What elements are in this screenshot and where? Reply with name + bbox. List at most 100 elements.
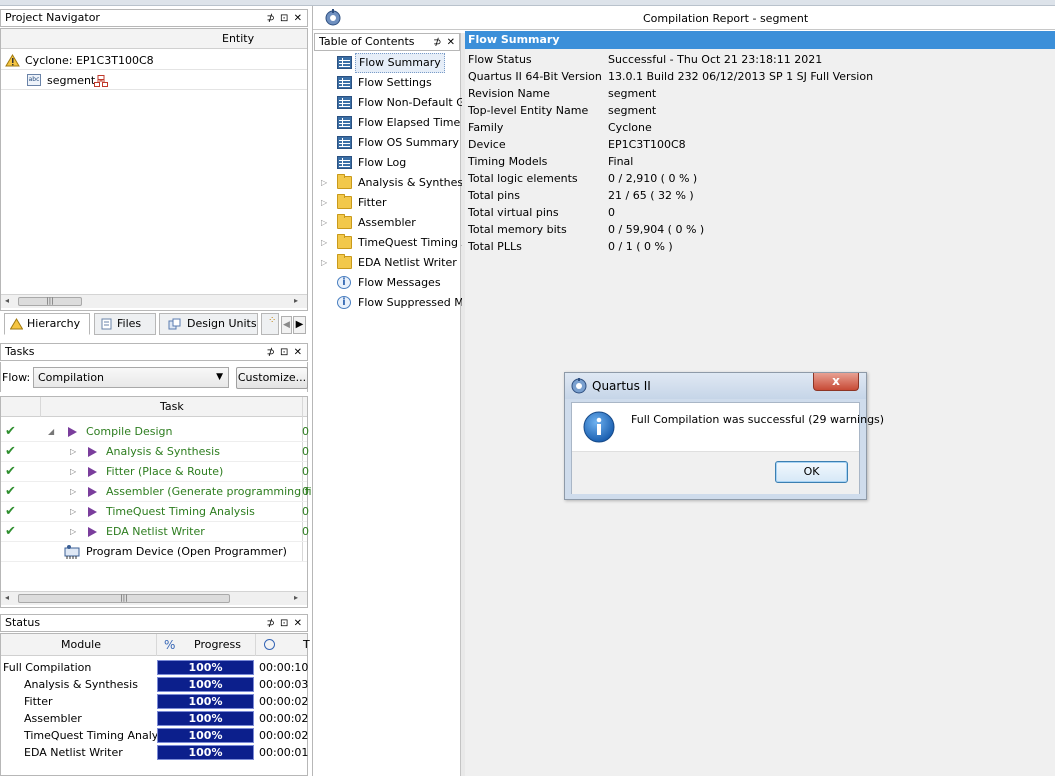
toc-item-flow-non-default[interactable]: Flow Non-Default Global Settings [316, 93, 462, 113]
progress-bar: 100% [157, 660, 254, 675]
task-row[interactable]: ✔ ▷ Analysis & Synthesis 0 [1, 442, 309, 462]
task-row[interactable]: ✔ ▷ EDA Netlist Writer 0 [1, 522, 309, 542]
toc-item-flow-os-summary[interactable]: Flow OS Summary [316, 133, 462, 153]
toc-item-flow-log[interactable]: Flow Log [316, 153, 462, 173]
tab-design-units[interactable]: Design Units [159, 313, 258, 335]
expand-icon[interactable]: ▷ [321, 173, 327, 193]
more-tab-icon: ⁘ [268, 315, 277, 326]
expand-icon[interactable]: ▷ [321, 193, 327, 213]
expand-icon[interactable]: ▷ [321, 253, 327, 273]
status-col-divider [255, 634, 256, 656]
scroll-right-icon[interactable]: ▸ [294, 593, 298, 602]
task-tail: 0 [302, 505, 309, 518]
summary-value: Final [608, 155, 634, 168]
toc-item-timequest[interactable]: ▷ TimeQuest Timing Analyzer [316, 233, 462, 253]
navigator-window-controls[interactable]: ⊅ ⊡ ✕ [267, 11, 304, 27]
folder-icon [337, 174, 352, 189]
tasks-title: Tasks [5, 345, 35, 358]
summary-key: Total logic elements [468, 172, 578, 185]
folder-icon [337, 194, 352, 209]
summary-key: Flow Status [468, 53, 532, 66]
task-row[interactable]: ✔ ▷ Fitter (Place & Route) 0 [1, 462, 309, 482]
collapse-icon[interactable]: ◢ [48, 422, 54, 442]
task-row[interactable]: ✔ ◢ Compile Design 0 [1, 422, 309, 442]
progress-bar: 100% [157, 677, 254, 692]
checkmark-icon: ✔ [5, 504, 16, 519]
toc-item-label: Flow Messages [358, 276, 441, 289]
dialog-titlebar[interactable]: Quartus II x [565, 373, 866, 399]
play-icon [88, 447, 97, 457]
task-row[interactable]: Program Device (Open Programmer) [1, 542, 307, 562]
expand-icon[interactable]: ▷ [70, 522, 76, 542]
scroll-left-icon[interactable]: ◂ [5, 593, 9, 602]
toc-item-flow-summary[interactable]: Flow Summary [316, 53, 462, 73]
scroll-right-icon[interactable]: ▸ [294, 296, 298, 305]
toc-item-flow-elapsed-time[interactable]: Flow Elapsed Time [316, 113, 462, 133]
navigator-hscrollbar[interactable]: ◂ ||| ▸ [1, 294, 307, 308]
toc-item-assembler[interactable]: ▷ Assembler [316, 213, 462, 233]
customize-button-label: Customize... [237, 371, 307, 384]
expand-icon[interactable]: ▷ [321, 233, 327, 253]
tab-hierarchy[interactable]: Hierarchy [4, 313, 90, 335]
folder-icon [337, 254, 352, 269]
task-tail: 0 [302, 425, 309, 438]
scroll-thumb[interactable]: ||| [18, 297, 82, 306]
tasks-hscrollbar[interactable]: ◂ ||| ▸ [1, 591, 307, 605]
toc-item-flow-suppressed[interactable]: i Flow Suppressed Messages [316, 293, 462, 313]
play-icon [88, 507, 97, 517]
summary-key: Device [468, 138, 506, 151]
status-row: TimeQuest Timing Analyzer 100% 00:00:02 [1, 727, 308, 744]
flow-label: Flow: [2, 371, 31, 384]
expand-icon[interactable]: ▷ [70, 462, 76, 482]
summary-key: Family [468, 121, 504, 134]
toc-item-analysis-synthesis[interactable]: ▷ Analysis & Synthesis [316, 173, 462, 193]
navigator-column-header[interactable]: Entity [1, 29, 307, 49]
toc-item-fitter[interactable]: ▷ Fitter [316, 193, 462, 213]
task-tail: 0 [302, 525, 309, 538]
status-window-controls[interactable]: ⊅ ⊡ ✕ [267, 616, 304, 632]
entity-row[interactable]: abc segment [1, 71, 307, 90]
hierarchy-icon [94, 75, 108, 87]
report-icon[interactable] [324, 9, 342, 27]
toc-item-eda-netlist-writer[interactable]: ▷ EDA Netlist Writer [316, 253, 462, 273]
toc-item-flow-settings[interactable]: Flow Settings [316, 73, 462, 93]
checkmark-icon: ✔ [5, 524, 16, 539]
entity-column-label: Entity [222, 32, 255, 45]
expand-icon[interactable]: ▷ [70, 442, 76, 462]
status-module: Full Compilation [3, 661, 92, 674]
checkmark-icon: ✔ [5, 424, 16, 439]
close-button[interactable]: x [813, 373, 859, 391]
task-row[interactable]: ✔ ▷ TimeQuest Timing Analysis 0 [1, 502, 309, 522]
task-label: Compile Design [86, 425, 173, 438]
tab-files[interactable]: Files [94, 313, 156, 335]
customize-button[interactable]: Customize... [236, 367, 308, 389]
toc-window-controls[interactable]: ⊅ ✕ [433, 35, 456, 51]
task-row[interactable]: ✔ ▷ Assembler (Generate programming file… [1, 482, 331, 502]
navigator-tabs: Hierarchy Files Design Units ⁘ ◀ ▶ [0, 313, 308, 337]
expand-icon[interactable]: ▷ [70, 502, 76, 522]
summary-value: 13.0.1 Build 232 06/12/2013 SP 1 SJ Full… [608, 70, 874, 83]
flow-select-value: Compilation [38, 371, 105, 384]
toc-item-label: Fitter [358, 196, 387, 209]
device-row[interactable]: Cyclone: EP1C3T100C8 [1, 51, 307, 70]
ok-button-label: OK [803, 465, 820, 478]
flow-select[interactable]: Compilation ▼ [33, 367, 229, 388]
status-module: EDA Netlist Writer [24, 746, 123, 759]
summary-value: Cyclone [608, 121, 652, 134]
ok-button[interactable]: OK [775, 461, 848, 483]
flow-summary-title: Flow Summary [465, 31, 1055, 49]
tasks-window-controls[interactable]: ⊅ ⊡ ✕ [267, 345, 304, 361]
folder-icon [337, 214, 352, 229]
tabs-scroll-left-icon[interactable]: ◀ [281, 316, 292, 334]
tasks-column-header[interactable]: Task [1, 397, 307, 417]
task-tail: 0 [302, 485, 309, 498]
tab-more[interactable]: ⁘ [261, 313, 279, 335]
status-column-header[interactable]: Module % Progress T [1, 634, 310, 656]
toc-item-flow-messages[interactable]: i Flow Messages [316, 273, 462, 293]
info-icon [583, 411, 615, 443]
expand-icon[interactable]: ▷ [70, 482, 76, 502]
scroll-thumb[interactable]: ||| [18, 594, 230, 603]
tabs-scroll-right-icon[interactable]: ▶ [293, 316, 306, 334]
expand-icon[interactable]: ▷ [321, 213, 327, 233]
scroll-left-icon[interactable]: ◂ [5, 296, 9, 305]
